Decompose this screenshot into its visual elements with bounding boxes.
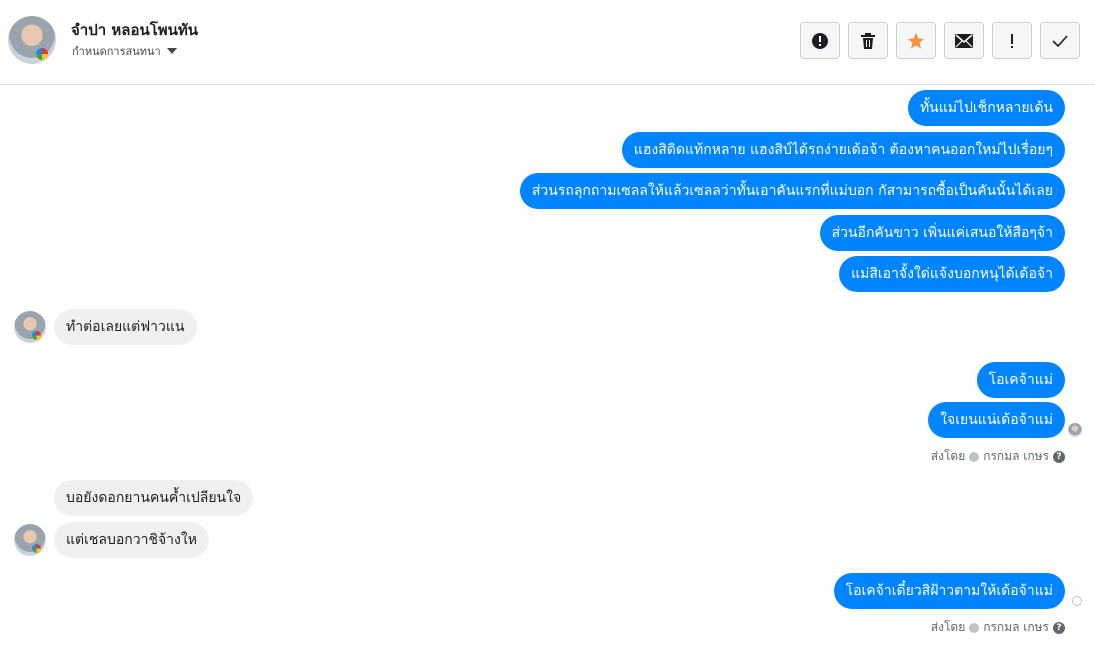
outgoing-message-bubble[interactable]: แฮงสิดิดแท้กหลาย แฮงสิบ์ได้รถง่ายเด้อจ้า… (621, 132, 1065, 168)
envelope-icon (955, 33, 973, 48)
sent-by-label: ส่งโดย กรกมล เกษร ? (931, 618, 1065, 637)
check-icon (1052, 34, 1068, 47)
message-row: ทั้นแม่ไปเช็กหลายเด้น (907, 90, 1065, 126)
sent-by-label: ส่งโดย กรกมล เกษร ? (931, 447, 1065, 466)
outgoing-message-bubble[interactable]: ใจเยนแน่เด้อจ้าแม่ (928, 402, 1065, 438)
message-row: ใจเยนแน่เด้อจ้าแม่ (928, 402, 1065, 438)
exclamation-icon (1011, 33, 1013, 48)
avatar-badge-icon (32, 544, 41, 553)
outgoing-message-bubble[interactable]: โอเคจ้าแม่ (976, 362, 1065, 398)
star-icon (908, 32, 924, 48)
message-row: โอเคจ้าแม่ (976, 362, 1065, 398)
caret-down-icon (166, 48, 177, 54)
message-row: แฮงสิดิดแท้กหลาย แฮงสิบ์ได้รถง่ายเด้อจ้า… (621, 132, 1065, 168)
delete-button[interactable] (848, 22, 888, 59)
sent-by-prefix: ส่งโดย (930, 620, 966, 634)
incoming-message-bubble[interactable]: ทำต่อเลยแต่ฟาวแน (54, 309, 197, 345)
verified-icon (969, 451, 980, 462)
sent-by-name[interactable]: กรกมล เกษร (983, 618, 1049, 637)
incoming-message-bubble[interactable]: บอยังดอกยานคนค้ำเปลียนใจ (54, 480, 254, 516)
outgoing-message-bubble[interactable]: โอเคจ้าเดี๋ยวสิฝ้าวตามให้เด้อจ้าแม่ (833, 573, 1065, 609)
star-button[interactable] (896, 22, 936, 59)
message-row: ส่วนอีกคันขาว เพิ่นแค่เสนอให้สือๆจ้า (819, 215, 1065, 251)
conversation-settings-dropdown[interactable]: กำหนดการสนทนา (72, 42, 177, 60)
contact-name[interactable]: จำปา หลอนโพนทัน (71, 18, 198, 42)
sent-status-icon (1072, 596, 1082, 606)
message-row: แม่สิเอาจั้งใด่แจ้งบอกหนุได้เด้อจ้า (839, 256, 1065, 292)
message-row: โอเคจ้าเดี๋ยวสิฝ้าวตามให้เด้อจ้าแม่ (833, 573, 1065, 609)
contact-avatar[interactable] (8, 16, 56, 64)
trash-icon (861, 32, 875, 49)
verified-icon (969, 622, 980, 633)
conversation-settings-label: กำหนดการสนทนา (72, 45, 161, 58)
contact-avatar-small[interactable] (14, 311, 46, 343)
seen-indicator-avatar (1068, 423, 1082, 437)
alert-circle-icon (812, 32, 828, 49)
outgoing-message-bubble[interactable]: ส่วนอีกคันขาว เพิ่นแค่เสนอให้สือๆจ้า (819, 215, 1065, 251)
done-button[interactable] (1040, 22, 1080, 59)
report-button[interactable] (800, 22, 840, 59)
contact-avatar-small[interactable] (14, 524, 46, 556)
mark-unread-button[interactable] (944, 22, 984, 59)
conversation-header: จำปา หลอนโพนทัน กำหนดการสนทนา (0, 0, 1095, 85)
message-row: แต่เชลบอกวาชิจ้างให (14, 522, 209, 558)
incoming-message-bubble[interactable]: แต่เชลบอกวาชิจ้างให (54, 522, 209, 558)
important-button[interactable] (992, 22, 1032, 59)
avatar-badge-icon (36, 48, 48, 60)
help-icon[interactable]: ? (1053, 450, 1065, 463)
message-row: บอยังดอกยานคนค้ำเปลียนใจ (14, 480, 254, 516)
action-toolbar (800, 22, 1080, 59)
message-row: ทำต่อเลยแต่ฟาวแน (14, 309, 197, 345)
outgoing-message-bubble[interactable]: ส่วนรถลุกถามเซลลให้แล้วเซลลว่าทั้นเอาคัน… (519, 173, 1065, 209)
sent-by-name[interactable]: กรกมล เกษร (983, 447, 1049, 466)
outgoing-message-bubble[interactable]: ทั้นแม่ไปเช็กหลายเด้น (907, 90, 1065, 126)
help-icon[interactable]: ? (1053, 621, 1065, 634)
avatar-badge-icon (32, 331, 41, 340)
sent-by-prefix: ส่งโดย (930, 449, 966, 463)
outgoing-message-bubble[interactable]: แม่สิเอาจั้งใด่แจ้งบอกหนุได้เด้อจ้า (839, 256, 1065, 292)
message-row: ส่วนรถลุกถามเซลลให้แล้วเซลลว่าทั้นเอาคัน… (519, 173, 1065, 209)
